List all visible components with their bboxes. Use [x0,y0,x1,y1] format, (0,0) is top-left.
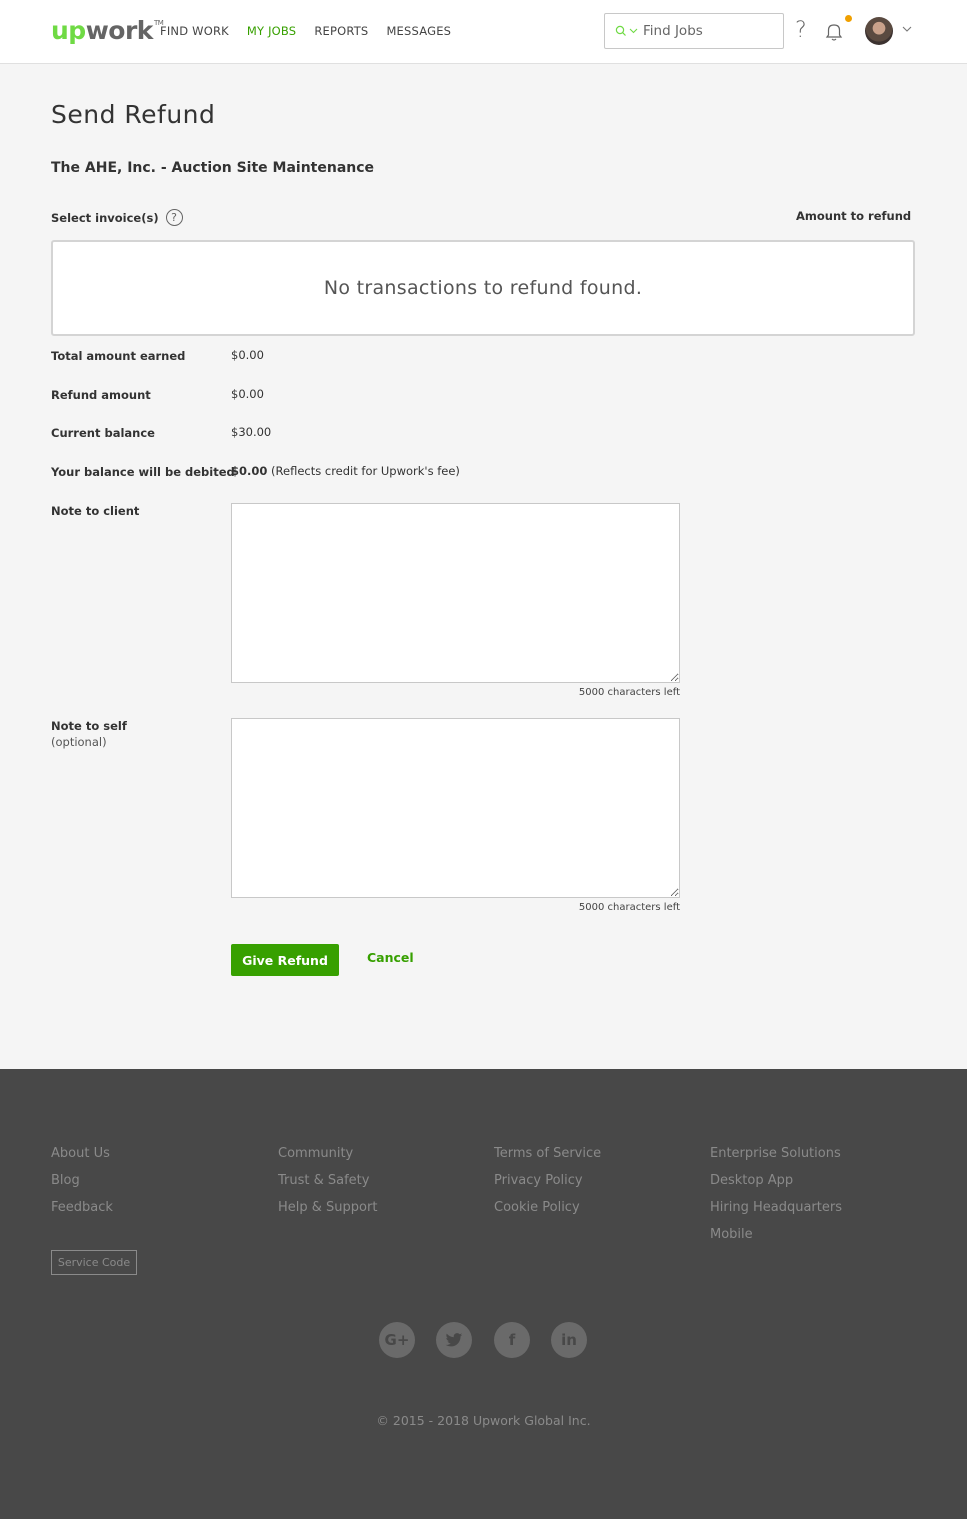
footer-column-4: Enterprise Solutions Desktop App Hiring … [710,1146,842,1242]
site-footer: About Us Blog Feedback Community Trust &… [0,1069,967,1519]
copyright: © 2015 - 2018 Upwork Global Inc. [376,1413,591,1428]
total-earned-label: Total amount earned [51,349,186,363]
notification-dot [845,15,852,22]
empty-message: No transactions to refund found. [323,277,643,299]
facebook-icon[interactable]: f [494,1322,530,1358]
cancel-button[interactable]: Cancel [367,950,414,965]
footer-link-about[interactable]: About Us [51,1146,113,1161]
footer-link-blog[interactable]: Blog [51,1173,113,1188]
google-plus-icon[interactable]: G+ [379,1322,415,1358]
avatar[interactable] [865,17,893,45]
question-icon[interactable]: ? [165,209,183,226]
linkedin-icon[interactable]: in [551,1322,587,1358]
nav-reports[interactable]: REPORTS [314,24,368,38]
amount-to-refund-label: Amount to refund [796,209,912,223]
refund-amount-value: $0.00 [231,387,264,401]
footer-column-3: Terms of Service Privacy Policy Cookie P… [494,1146,601,1215]
select-invoices-label: Select invoice(s) ? [51,209,183,226]
debited-label: Your balance will be debited [51,465,235,479]
search-chevron-icon [629,28,638,34]
footer-link-privacy[interactable]: Privacy Policy [494,1173,601,1188]
bell-icon[interactable] [822,20,846,44]
footer-link-enterprise[interactable]: Enterprise Solutions [710,1146,842,1161]
footer-link-mobile[interactable]: Mobile [710,1227,842,1242]
current-balance-label: Current balance [51,426,155,440]
invoice-list-empty: No transactions to refund found. [51,240,915,336]
refund-amount-label: Refund amount [51,388,151,402]
logo-work: work [85,16,154,45]
footer-link-help-support[interactable]: Help & Support [278,1200,377,1215]
search-icon[interactable] [615,25,643,37]
nav-find-work[interactable]: FIND WORK [160,24,229,38]
page-title: Send Refund [51,100,216,129]
total-earned-value: $0.00 [231,348,264,362]
footer-link-hiring-hq[interactable]: Hiring Headquarters [710,1200,842,1215]
select-invoices-text: Select invoice(s) [51,210,159,225]
service-code-button[interactable]: Service Code [51,1250,137,1275]
contract-title: The AHE, Inc. - Auction Site Maintenance [51,160,375,176]
main-nav: FIND WORK MY JOBS REPORTS MESSAGES [160,24,469,38]
search-input[interactable] [643,23,773,39]
help-icon[interactable]: ? [795,18,807,43]
nav-my-jobs[interactable]: MY JOBS [247,24,296,38]
debited-note: (Reflects credit for Upwork's fee) [271,464,460,478]
upwork-logo[interactable]: up work TM [51,16,164,46]
note-to-self-text: Note to self [51,719,127,733]
note-to-client-label: Note to client [51,504,140,518]
note-to-client-field[interactable] [231,503,680,683]
note-to-self-field[interactable] [231,718,680,898]
self-chars-left: 5000 characters left [578,902,680,913]
footer-link-trust-safety[interactable]: Trust & Safety [278,1173,377,1188]
give-refund-button[interactable]: Give Refund [231,944,339,976]
top-header: up work TM FIND WORK MY JOBS REPORTS MESSA… [0,0,967,64]
footer-link-cookie[interactable]: Cookie Policy [494,1200,601,1215]
logo-up: up [51,16,86,45]
footer-link-terms[interactable]: Terms of Service [494,1146,601,1161]
search-box [604,13,784,49]
twitter-icon[interactable] [436,1322,472,1358]
footer-link-desktop-app[interactable]: Desktop App [710,1173,842,1188]
footer-link-feedback[interactable]: Feedback [51,1200,113,1215]
chevron-down-icon[interactable] [902,24,912,34]
debited-value: $0.00 [231,464,268,478]
note-to-self-label: Note to self (optional) [51,719,127,749]
debited-row: $0.00 (Reflects credit for Upwork's fee) [231,464,460,478]
optional-label: (optional) [51,735,107,749]
footer-link-community[interactable]: Community [278,1146,377,1161]
nav-messages[interactable]: MESSAGES [386,24,451,38]
client-chars-left: 5000 characters left [578,687,680,698]
footer-column-2: Community Trust & Safety Help & Support [278,1146,377,1215]
footer-column-1: About Us Blog Feedback [51,1146,113,1215]
current-balance-value: $30.00 [231,425,272,439]
